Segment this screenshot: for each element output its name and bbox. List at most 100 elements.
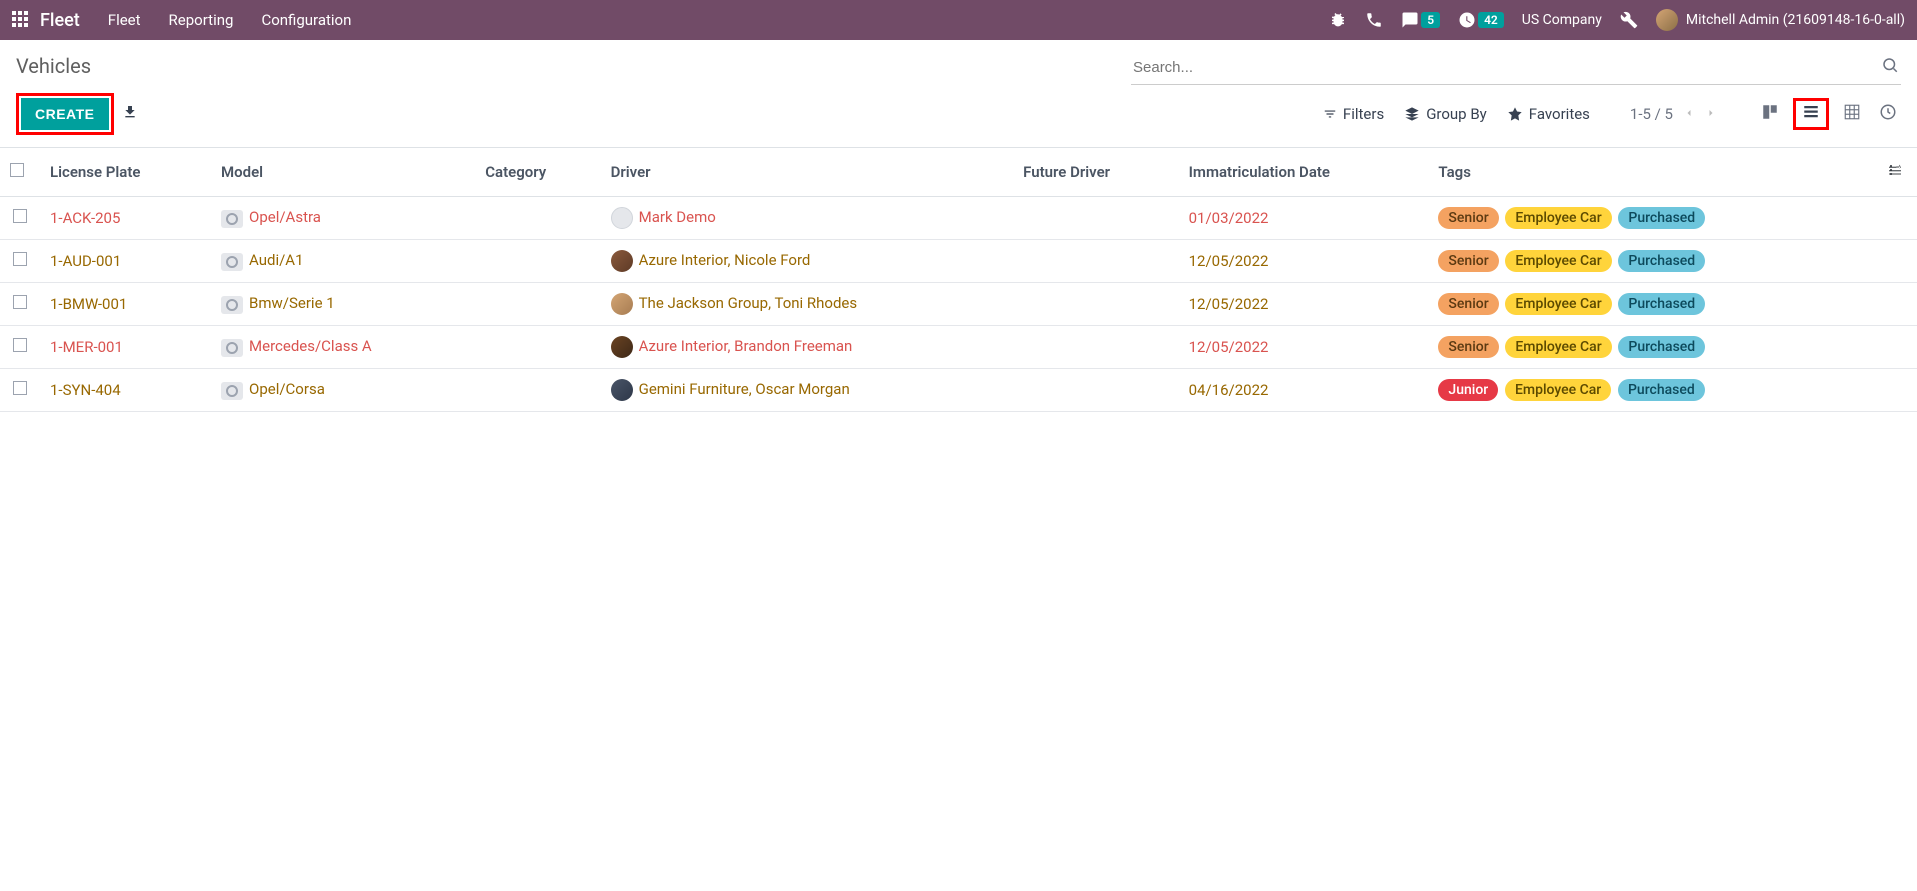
model-link[interactable]: Opel/Corsa	[249, 380, 325, 398]
col-category[interactable]: Category	[475, 148, 600, 197]
tag-employee-car[interactable]: Employee Car	[1505, 336, 1611, 358]
pager-text[interactable]: 1-5 / 5	[1630, 105, 1673, 123]
table-header-row: License Plate Model Category Driver Futu…	[0, 148, 1917, 197]
tag-junior[interactable]: Junior	[1438, 379, 1498, 401]
model-link[interactable]: Bmw/Serie 1	[249, 294, 335, 312]
activities-badge: 42	[1478, 12, 1504, 28]
row-checkbox[interactable]	[13, 295, 27, 309]
camera-icon	[221, 210, 243, 228]
vehicles-table: License Plate Model Category Driver Futu…	[0, 147, 1917, 412]
model-link[interactable]: Audi/A1	[249, 251, 304, 269]
tools-icon[interactable]	[1620, 11, 1638, 29]
tag-employee-car[interactable]: Employee Car	[1505, 379, 1611, 401]
row-checkbox[interactable]	[13, 209, 27, 223]
search-icon[interactable]	[1881, 56, 1899, 78]
col-license-plate[interactable]: License Plate	[40, 148, 211, 197]
layers-icon	[1404, 106, 1420, 122]
tag-purchased[interactable]: Purchased	[1618, 207, 1705, 229]
control-panel: Vehicles CREATE Filters Group By Favorit	[0, 40, 1917, 143]
camera-icon	[221, 382, 243, 400]
favorites-label: Favorites	[1529, 105, 1590, 123]
driver-link[interactable]: Mark Demo	[639, 208, 716, 226]
menu-configuration[interactable]: Configuration	[261, 11, 351, 29]
pager: 1-5 / 5	[1630, 105, 1717, 123]
date-text: 04/16/2022	[1189, 381, 1269, 399]
license-plate-link[interactable]: 1-MER-001	[50, 338, 123, 356]
tag-employee-car[interactable]: Employee Car	[1505, 250, 1611, 272]
driver-avatar	[611, 336, 633, 358]
create-button[interactable]: CREATE	[21, 98, 109, 130]
row-checkbox[interactable]	[13, 252, 27, 266]
groupby-button[interactable]: Group By	[1404, 105, 1487, 123]
license-plate-link[interactable]: 1-SYN-404	[50, 381, 121, 399]
filters-label: Filters	[1343, 105, 1384, 123]
user-menu[interactable]: Mitchell Admin (21609148-16-0-all)	[1656, 9, 1905, 31]
row-checkbox[interactable]	[13, 381, 27, 395]
model-link[interactable]: Mercedes/Class A	[249, 337, 372, 355]
camera-icon	[221, 253, 243, 271]
col-future-driver[interactable]: Future Driver	[1013, 148, 1178, 197]
messaging-badge: 5	[1421, 12, 1440, 28]
activities-icon[interactable]: 42	[1458, 11, 1504, 29]
license-plate-link[interactable]: 1-AUD-001	[50, 252, 121, 270]
table-row[interactable]: 1-SYN-404 Opel/Corsa Gemini Furniture, O…	[0, 369, 1917, 412]
select-all-checkbox[interactable]	[10, 163, 24, 177]
driver-link[interactable]: Azure Interior, Brandon Freeman	[639, 337, 853, 355]
favorites-button[interactable]: Favorites	[1507, 105, 1590, 123]
tag-purchased[interactable]: Purchased	[1618, 293, 1705, 315]
menu-reporting[interactable]: Reporting	[169, 11, 234, 29]
col-driver[interactable]: Driver	[601, 148, 1014, 197]
table-row[interactable]: 1-AUD-001 Audi/A1 Azure Interior, Nicole…	[0, 240, 1917, 283]
pager-prev-icon[interactable]	[1683, 105, 1695, 123]
driver-link[interactable]: Gemini Furniture, Oscar Morgan	[639, 380, 850, 398]
app-brand[interactable]: Fleet	[40, 10, 80, 31]
filters-button[interactable]: Filters	[1323, 105, 1384, 123]
date-text: 12/05/2022	[1189, 295, 1269, 313]
search-input[interactable]	[1133, 59, 1881, 76]
star-icon	[1507, 106, 1523, 122]
col-tags[interactable]: Tags	[1428, 148, 1877, 197]
pager-next-icon[interactable]	[1705, 105, 1717, 123]
license-plate-link[interactable]: 1-ACK-205	[50, 209, 120, 227]
driver-avatar	[611, 293, 633, 315]
pivot-view-icon[interactable]	[1839, 99, 1865, 129]
groupby-label: Group By	[1426, 105, 1487, 123]
highlight-list-view	[1793, 98, 1829, 130]
tag-purchased[interactable]: Purchased	[1618, 336, 1705, 358]
col-model[interactable]: Model	[211, 148, 475, 197]
tag-employee-car[interactable]: Employee Car	[1505, 293, 1611, 315]
list-view-icon[interactable]	[1798, 105, 1824, 129]
driver-link[interactable]: The Jackson Group, Toni Rhodes	[639, 294, 858, 312]
top-navbar: Fleet Fleet Reporting Configuration 5 42…	[0, 0, 1917, 40]
model-link[interactable]: Opel/Astra	[249, 208, 321, 226]
tag-senior[interactable]: Senior	[1438, 336, 1498, 358]
activity-view-icon[interactable]	[1875, 99, 1901, 129]
search-box[interactable]	[1131, 50, 1901, 85]
kanban-view-icon[interactable]	[1757, 99, 1783, 129]
tag-senior[interactable]: Senior	[1438, 250, 1498, 272]
tag-senior[interactable]: Senior	[1438, 293, 1498, 315]
optional-columns-icon[interactable]	[1887, 164, 1903, 182]
bug-icon[interactable]	[1329, 11, 1347, 29]
apps-icon[interactable]	[12, 11, 30, 29]
tag-purchased[interactable]: Purchased	[1618, 250, 1705, 272]
col-immatriculation[interactable]: Immatriculation Date	[1179, 148, 1429, 197]
tag-purchased[interactable]: Purchased	[1618, 379, 1705, 401]
table-row[interactable]: 1-BMW-001 Bmw/Serie 1 The Jackson Group,…	[0, 283, 1917, 326]
highlight-create: CREATE	[16, 93, 114, 135]
license-plate-link[interactable]: 1-BMW-001	[50, 295, 127, 313]
driver-link[interactable]: Azure Interior, Nicole Ford	[639, 251, 811, 269]
tag-employee-car[interactable]: Employee Car	[1505, 207, 1611, 229]
driver-avatar	[611, 379, 633, 401]
date-text: 12/05/2022	[1189, 252, 1269, 270]
download-icon[interactable]	[122, 104, 138, 124]
table-row[interactable]: 1-MER-001 Mercedes/Class A Azure Interio…	[0, 326, 1917, 369]
company-switcher[interactable]: US Company	[1522, 12, 1602, 28]
tag-senior[interactable]: Senior	[1438, 207, 1498, 229]
table-row[interactable]: 1-ACK-205 Opel/Astra Mark Demo 01/03/202…	[0, 197, 1917, 240]
breadcrumb: Vehicles	[16, 50, 91, 82]
messaging-icon[interactable]: 5	[1401, 11, 1440, 29]
phone-icon[interactable]	[1365, 11, 1383, 29]
menu-fleet[interactable]: Fleet	[108, 11, 141, 29]
row-checkbox[interactable]	[13, 338, 27, 352]
